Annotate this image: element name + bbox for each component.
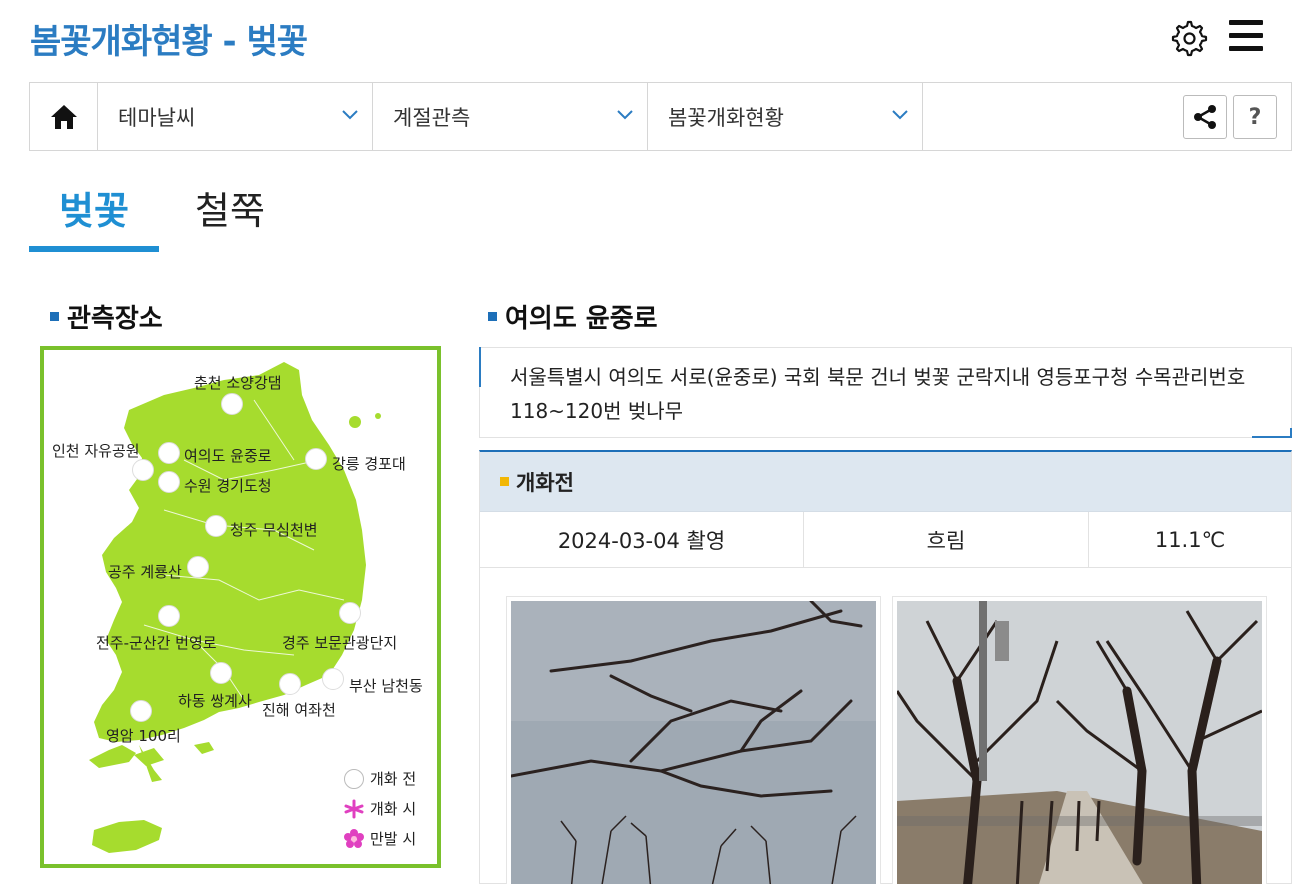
photo-date: 2024-03-04 촬영: [480, 512, 804, 567]
observation-map: 춘천 소양강댐 인천 자유공원 여의도 윤중로 강릉 경포대 수원 경기도청 청…: [40, 346, 441, 868]
legend-label: 개화 전: [370, 770, 417, 788]
photo-branch[interactable]: [506, 596, 881, 884]
detail-section-title: 여의도 윤중로: [488, 298, 658, 335]
breadcrumb-label: 봄꽃개화현황: [668, 105, 784, 130]
hamburger-icon: [1229, 20, 1263, 25]
breadcrumb-label: 테마날씨: [118, 105, 196, 130]
map-label-gyeongju[interactable]: 경주 보문관광단지: [282, 632, 397, 653]
legend-label: 개화 시: [370, 800, 417, 818]
flower-filled-icon: [344, 828, 364, 848]
cherry-street-photo: [897, 601, 1262, 884]
status-panel: 개화전 2024-03-04 촬영 흐림 11.1℃: [479, 450, 1292, 884]
map-marker-yeongam[interactable]: [130, 700, 152, 722]
legend-blooming: 개화 시: [344, 798, 416, 819]
info-row: 2024-03-04 촬영 흐림 11.1℃: [480, 512, 1291, 568]
flower-outline-icon: [344, 799, 364, 818]
legend-label: 만발 시: [370, 830, 417, 848]
map-marker-jinhae[interactable]: [279, 673, 301, 695]
share-icon: [1194, 105, 1216, 129]
circle-icon: [344, 768, 364, 789]
map-marker-hadong[interactable]: [210, 662, 232, 684]
map-marker-cheongju[interactable]: [205, 515, 227, 537]
chevron-down-icon: [892, 110, 908, 120]
breadcrumb-tools: ?: [1183, 95, 1277, 139]
weather: 흐림: [804, 512, 1089, 567]
observation-title: 관측장소: [67, 304, 163, 334]
legend-full-bloom: 만발 시: [344, 828, 416, 849]
tab-azalea[interactable]: 철쭉: [170, 180, 290, 252]
bullet-icon: [50, 312, 59, 321]
address-box: 서울특별시 여의도 서로(윤중로) 국회 북문 건너 벚꽃 군락지내 영등포구청…: [479, 347, 1292, 438]
map-marker-chuncheon[interactable]: [221, 393, 243, 415]
map-marker-busan[interactable]: [322, 668, 344, 690]
breadcrumb-theme-weather[interactable]: 테마날씨: [98, 83, 373, 150]
home-icon: [50, 104, 77, 129]
map-marker-gongju[interactable]: [187, 556, 209, 578]
home-button[interactable]: [30, 83, 98, 150]
map-label-incheon[interactable]: 인천 자유공원: [52, 440, 140, 461]
bullet-icon: [500, 477, 509, 486]
map-marker-gyeongju[interactable]: [339, 602, 361, 624]
gear-icon: [1171, 20, 1208, 57]
tab-cherry-blossom[interactable]: 벚꽃: [29, 180, 159, 252]
map-label-cheongju[interactable]: 청주 무심천변: [230, 519, 318, 540]
breadcrumb-spring-flower[interactable]: 봄꽃개화현황: [648, 83, 923, 150]
map-marker-jeonju[interactable]: [158, 605, 180, 627]
chevron-down-icon: [342, 110, 358, 120]
page-title: 봄꽃개화현황 - 벚꽃: [30, 22, 308, 62]
legend-before: 개화 전: [344, 768, 416, 789]
map-label-gangneung[interactable]: 강릉 경포대: [332, 453, 406, 474]
map-label-gongju[interactable]: 공주 계룡산: [108, 561, 182, 582]
breadcrumb: 테마날씨 계절관측 봄꽃개화현황 ?: [29, 82, 1292, 151]
map-marker-gangneung[interactable]: [305, 448, 327, 470]
photo-street[interactable]: [892, 596, 1267, 884]
breadcrumb-label: 계절관측: [393, 105, 471, 130]
map-label-hadong[interactable]: 하동 쌍계사: [178, 690, 252, 711]
map-label-jinhae[interactable]: 진해 여좌천: [262, 699, 336, 720]
address-text: 서울특별시 여의도 서로(윤중로) 국회 북문 건너 벚꽃 군락지내 영등포구청…: [510, 365, 1246, 423]
status-header: 개화전: [480, 452, 1291, 512]
map-marker-incheon[interactable]: [132, 459, 154, 481]
observation-section-title: 관측장소: [50, 298, 163, 335]
breadcrumb-season-observation[interactable]: 계절관측: [373, 83, 648, 150]
map-label-jeonju[interactable]: 전주-군산간 번영로: [96, 632, 217, 653]
map-label-yeouido[interactable]: 여의도 윤중로: [184, 445, 272, 466]
map-label-busan[interactable]: 부산 남천동: [349, 675, 423, 696]
map-marker-yeouido[interactable]: [158, 442, 180, 464]
menu-button[interactable]: [1229, 20, 1269, 56]
temperature: 11.1℃: [1154, 527, 1226, 552]
chevron-down-icon: [617, 110, 633, 120]
bullet-icon: [488, 312, 497, 321]
status-label: 개화전: [516, 470, 574, 495]
map-label-suwon[interactable]: 수원 경기도청: [184, 475, 272, 496]
help-button[interactable]: ?: [1233, 95, 1277, 139]
map-label-chuncheon[interactable]: 춘천 소양강댐: [194, 372, 282, 393]
share-button[interactable]: [1183, 95, 1227, 139]
map-label-yeongam[interactable]: 영암 100리: [106, 725, 181, 746]
cherry-branch-photo: [511, 601, 876, 884]
detail-title: 여의도 윤중로: [505, 304, 658, 334]
map-marker-suwon[interactable]: [158, 471, 180, 493]
settings-button[interactable]: [1168, 18, 1208, 58]
